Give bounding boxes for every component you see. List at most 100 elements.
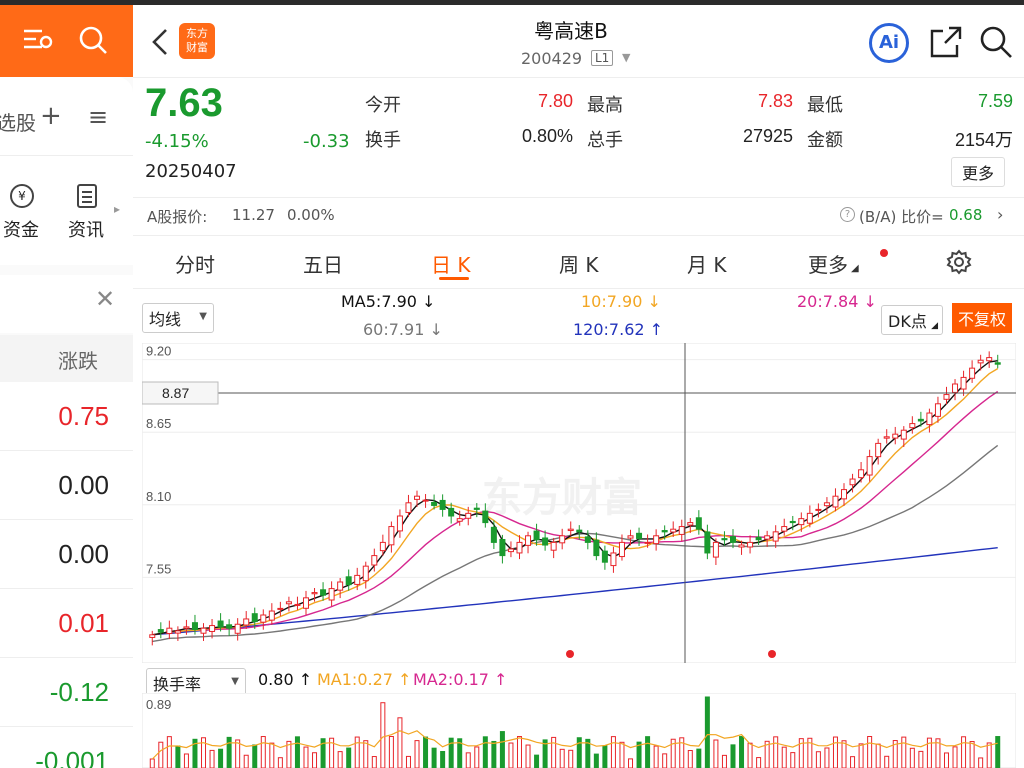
watchlist-row[interactable]: 0.00: [0, 520, 133, 589]
candle-body: [755, 536, 762, 541]
low-label: 最低: [807, 95, 843, 116]
volume-bar: [303, 746, 309, 768]
volume-bar: [226, 736, 232, 768]
row-change-value: 0.00: [58, 539, 109, 569]
watchlist-row[interactable]: -0.001: [0, 727, 133, 768]
more-dropdown-icon[interactable]: ◢: [851, 263, 859, 274]
add-icon[interactable]: +: [40, 101, 62, 131]
help-icon[interactable]: ?: [840, 207, 855, 222]
volume-bar: [687, 750, 693, 768]
watchlist-row[interactable]: -0.12: [0, 658, 133, 727]
ma-select[interactable]: 均线 ▼: [142, 303, 214, 333]
stock-picker-tab[interactable]: 选股: [0, 107, 36, 136]
settings-icon[interactable]: [946, 249, 972, 279]
turnover-value: 0.80%: [521, 126, 573, 146]
dk-point-button[interactable]: DK点 ◢: [881, 305, 943, 335]
volume-bar: [875, 743, 881, 768]
volume-svg[interactable]: 0.89: [141, 692, 1017, 768]
candle-body: [525, 535, 532, 546]
candle-body: [661, 530, 668, 533]
candle-body: [533, 530, 540, 541]
volume-bar: [559, 748, 565, 768]
candle-body: [678, 526, 685, 535]
watchlist-row[interactable]: 0.75: [0, 382, 133, 451]
close-icon[interactable]: ✕: [95, 285, 115, 313]
share-icon[interactable]: [929, 25, 963, 63]
candle-body: [200, 627, 207, 634]
volume-bar: [961, 736, 967, 768]
volume-bar: [619, 741, 625, 768]
kline-svg[interactable]: 9.20 8.65 8.10 7.55 东方财富 8.87: [141, 342, 1017, 664]
volume-bar: [824, 747, 830, 768]
candle-body: [354, 574, 361, 585]
volume-bar: [277, 757, 283, 768]
more-quote-button[interactable]: 更多: [951, 157, 1006, 187]
tab-five-day[interactable]: 五日: [303, 249, 343, 278]
tab-more[interactable]: 更多: [808, 249, 848, 278]
candle-body: [345, 576, 352, 586]
caret-right-icon[interactable]: ▸: [114, 202, 120, 216]
volume-top-label: 0.89: [146, 697, 171, 712]
volume-bar: [841, 740, 847, 768]
row-change-value: -0.001: [35, 746, 109, 768]
volume-bar: [183, 753, 189, 768]
list-settings-icon[interactable]: [22, 25, 54, 58]
volume-bar: [739, 736, 745, 768]
volume-bar: [730, 744, 736, 768]
volume-ma1-label: MA1:0.27 ↑: [317, 670, 412, 689]
column-header-change[interactable]: 涨跌: [58, 345, 98, 374]
volume-chart[interactable]: 0.89: [141, 692, 1017, 768]
search-icon[interactable]: [78, 25, 108, 60]
volume-bar: [576, 737, 582, 768]
volume-bar: [235, 739, 241, 768]
candle-body: [149, 634, 156, 638]
funds-icon[interactable]: ¥: [10, 184, 34, 208]
ma20-label: 20:7.84 ↓: [797, 292, 877, 311]
volume-bar: [995, 736, 1001, 768]
volume-bar: [867, 736, 873, 768]
ai-assistant-icon[interactable]: Ai: [869, 23, 909, 63]
funds-label[interactable]: 资金: [3, 216, 39, 242]
back-icon[interactable]: [151, 27, 169, 65]
candle-body: [157, 629, 164, 633]
a-share-percent: 0.00%: [287, 206, 335, 224]
tab-intraday[interactable]: 分时: [175, 249, 215, 278]
candle-body: [772, 531, 779, 542]
volume-bar: [337, 751, 343, 768]
tab-weekly-k[interactable]: 周 K: [559, 249, 598, 278]
candle-body: [900, 429, 907, 440]
tab-daily-k[interactable]: 日 K: [431, 249, 470, 278]
candle-body: [789, 520, 796, 524]
volume-bar: [380, 702, 386, 768]
menu-icon[interactable]: ≡: [88, 103, 108, 131]
candle-body: [251, 613, 258, 623]
candle-body: [439, 499, 446, 510]
candle-body: [926, 412, 933, 426]
candle-body: [473, 507, 480, 510]
candle-body: [943, 394, 950, 400]
candle-body: [653, 535, 660, 545]
watchlist-row[interactable]: 0.01: [0, 589, 133, 658]
candle-body: [388, 526, 395, 546]
chevron-right-icon[interactable]: ›: [997, 205, 1003, 224]
volume-bar: [978, 757, 984, 768]
candle-body: [747, 541, 754, 548]
news-icon[interactable]: [77, 184, 97, 208]
search-icon[interactable]: [979, 25, 1013, 63]
candle-body: [883, 436, 890, 439]
candle-body: [952, 383, 959, 393]
watchlist-row[interactable]: 0.00: [0, 451, 133, 520]
candle-body: [934, 403, 941, 417]
volume-bar: [405, 755, 411, 768]
volume-bar: [756, 757, 762, 768]
candle-body: [712, 541, 719, 558]
volume-bar: [662, 753, 668, 768]
kline-chart[interactable]: 9.20 8.65 8.10 7.55 东方财富 8.87: [141, 342, 1017, 667]
dropdown-icon[interactable]: ▼: [622, 51, 630, 64]
news-label[interactable]: 资讯: [68, 216, 104, 242]
tab-monthly-k[interactable]: 月 K: [687, 249, 726, 278]
price-adjust-button[interactable]: 不复权: [952, 303, 1013, 333]
candle-body: [738, 544, 745, 548]
candle-body: [593, 539, 600, 557]
candle-body: [969, 367, 976, 379]
